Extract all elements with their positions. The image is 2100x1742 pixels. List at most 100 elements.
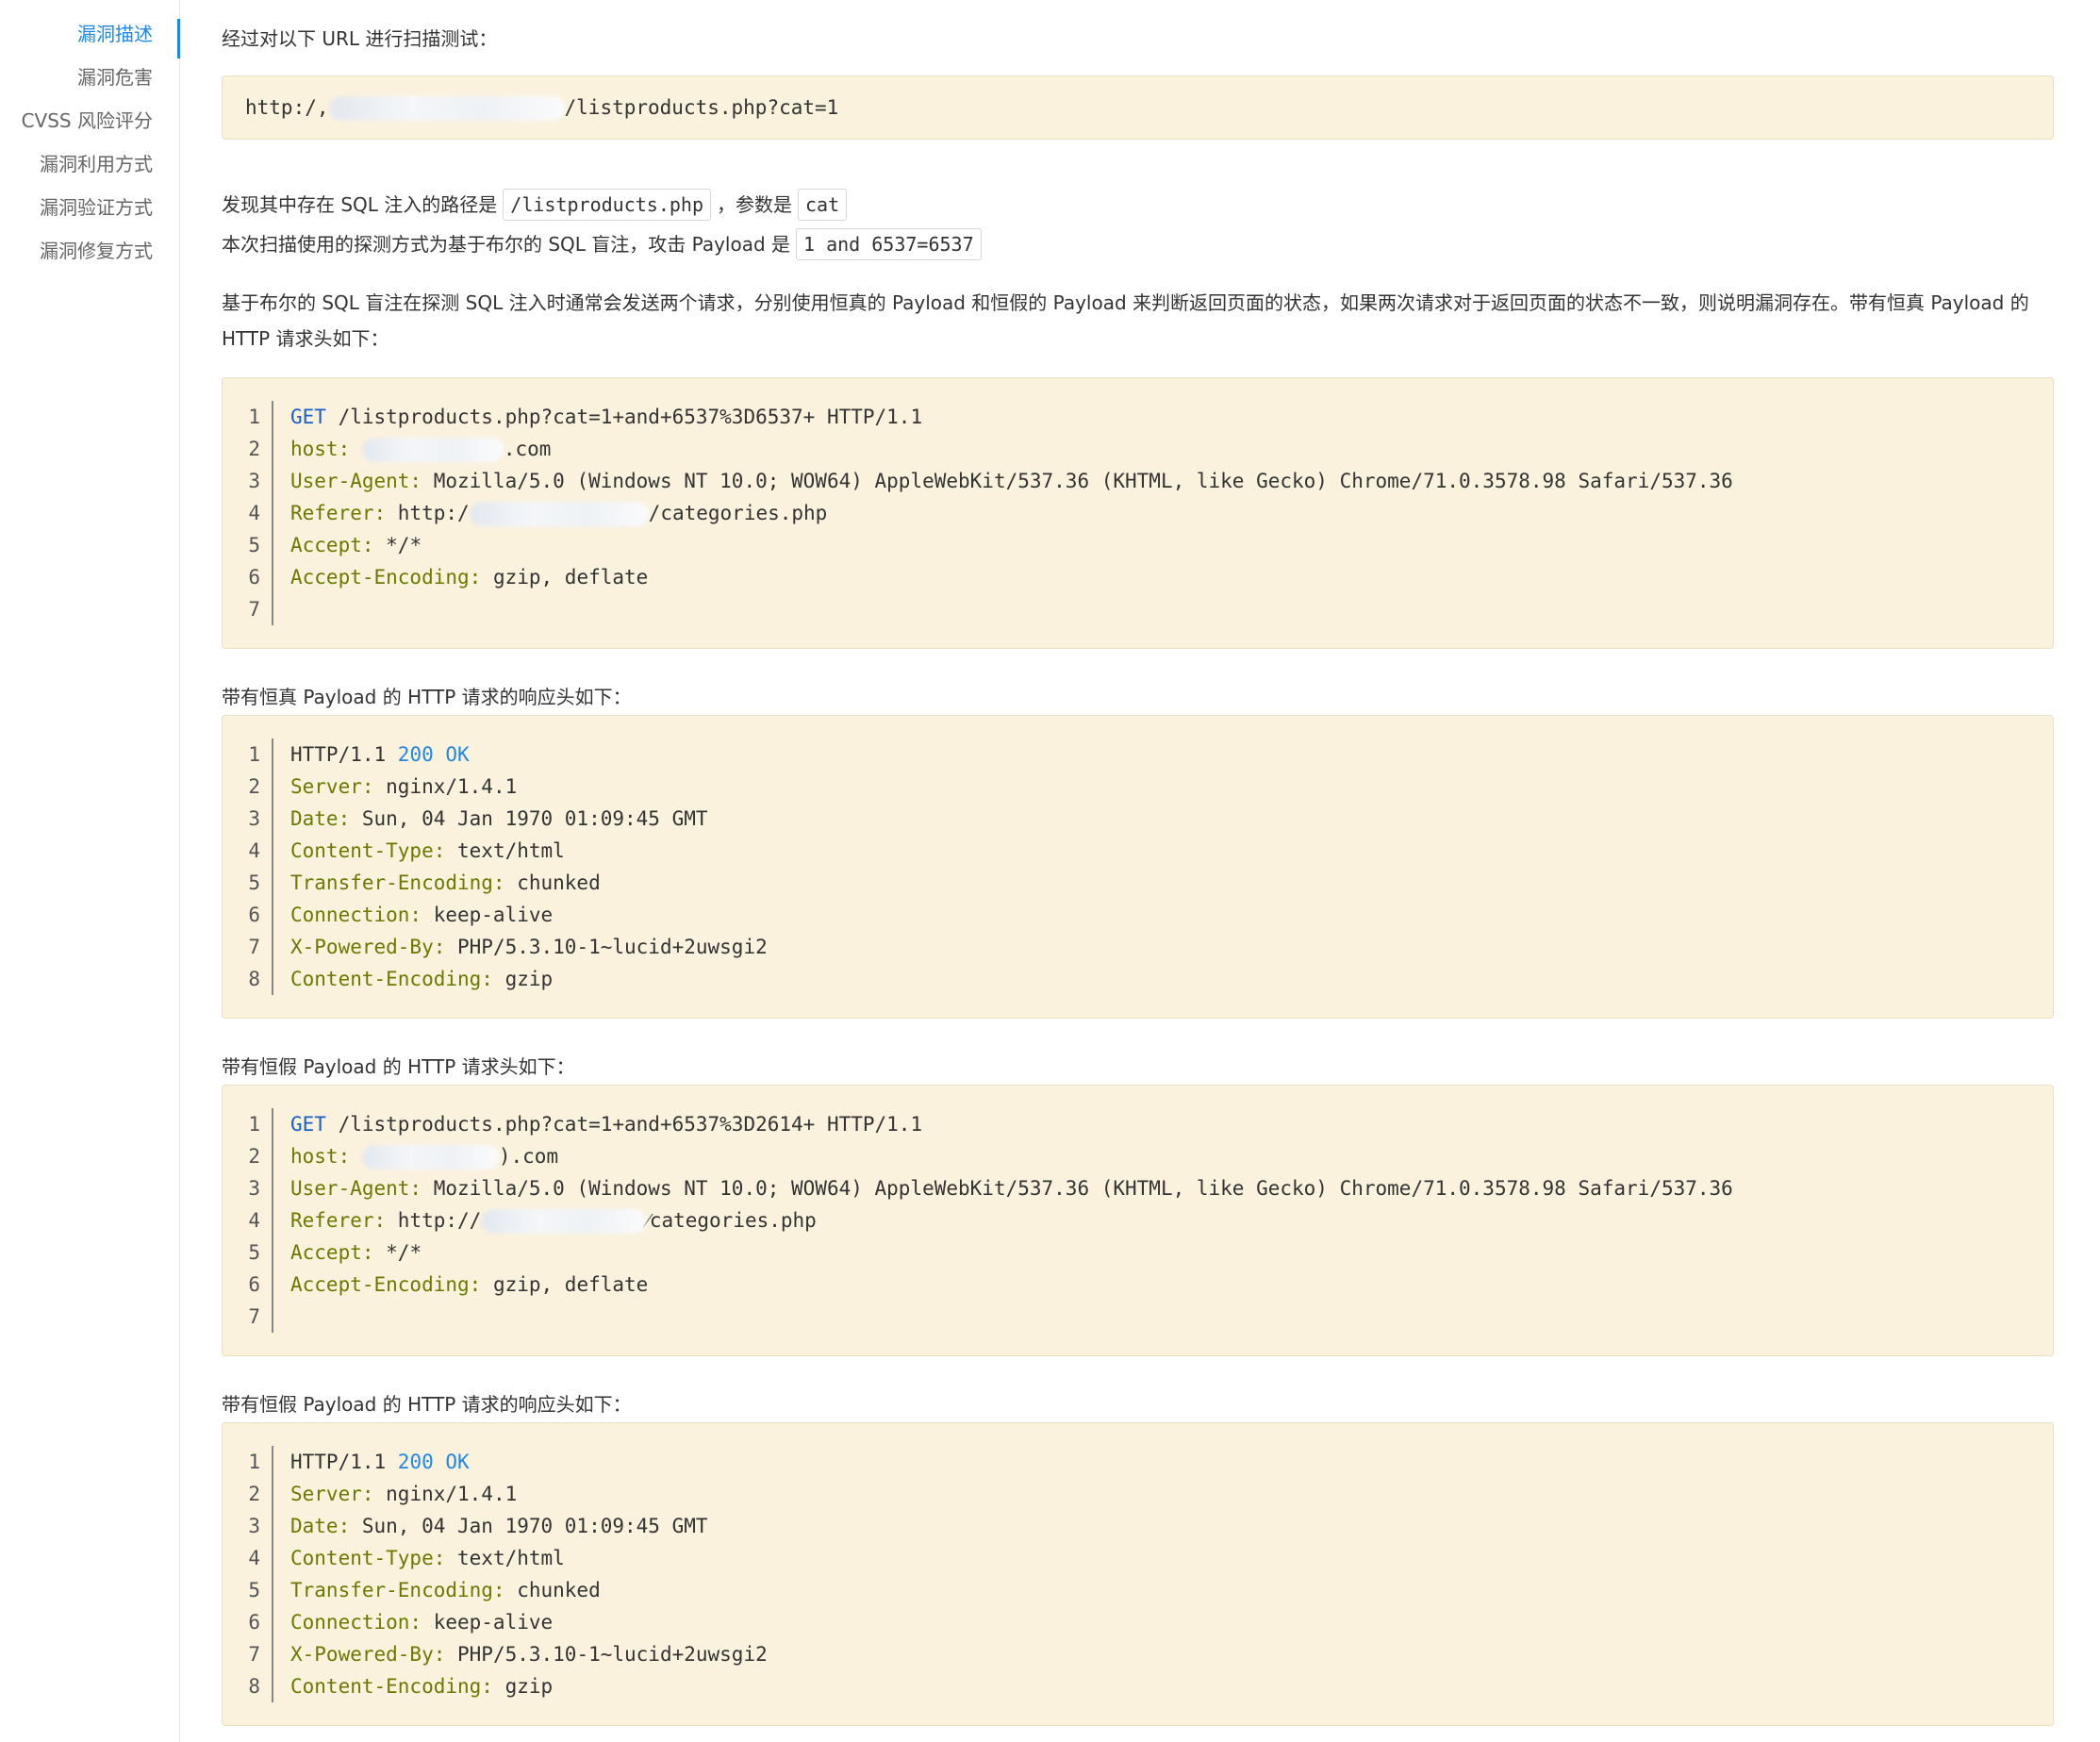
- header-value: [350, 1145, 362, 1168]
- code-line: 5 Accept: */*: [223, 1236, 2053, 1269]
- code-text: Accept: */*: [273, 529, 422, 561]
- header-value: keep-alive: [422, 904, 554, 926]
- line-number: 8: [223, 1670, 273, 1702]
- false-response-caption: 带有恒假 Payload 的 HTTP 请求的响应头如下：: [222, 1393, 632, 1416]
- code-line: 7 X-Powered-By: PHP/5.3.10-1~lucid+2uwsgi…: [223, 1638, 2053, 1670]
- code-text: Server: nginx/1.4.1: [273, 771, 517, 803]
- header-value: http://: [386, 1209, 482, 1232]
- code-text: Referer: http:// ⁄categories.php: [273, 1204, 817, 1236]
- header-name: host:: [290, 438, 351, 460]
- code-line: 1 HTTP/1.1 200 OK: [223, 1446, 2053, 1478]
- line-number: 7: [223, 593, 273, 625]
- code-line: 1 HTTP/1.1 200 OK: [223, 738, 2053, 771]
- line-number: 5: [223, 529, 273, 561]
- code-line: 2 Server: nginx/1.4.1: [223, 771, 2053, 803]
- active-indicator: [177, 19, 180, 58]
- header-value: /listproducts.php?cat=1+and+6537%3D2614+…: [325, 1113, 923, 1136]
- code-text: User-Agent: Mozilla/5.0 (Windows NT 10.0…: [273, 1172, 1733, 1204]
- code-line: 6 Accept-Encoding: gzip, deflate: [223, 1269, 2053, 1301]
- sidebar-item-verify-method[interactable]: 漏洞验证方式: [0, 192, 166, 223]
- true-response-code: 1 HTTP/1.1 200 OK 2 Server: nginx/1.4.1 3 Dat…: [222, 715, 2054, 1019]
- redacted-host: [328, 96, 565, 121]
- found-text-1: 发现其中存在 SQL 注入的路径是: [222, 193, 498, 216]
- line-number: 5: [223, 867, 273, 899]
- code-line: 2 host: .com: [223, 433, 2053, 465]
- code-line: 7 X-Powered-By: PHP/5.3.10-1~lucid+2uwsgi…: [223, 931, 2053, 963]
- line-number: 3: [223, 803, 273, 835]
- code-text: Connection: keep-alive: [273, 1606, 553, 1638]
- line-number: 6: [223, 1606, 273, 1638]
- line-number: 6: [223, 899, 273, 931]
- header-name: Content-Type:: [290, 839, 446, 862]
- line-number: 4: [223, 497, 273, 529]
- redacted-value: [361, 438, 504, 462]
- sidebar-item-vuln-description[interactable]: 漏洞描述: [0, 19, 166, 49]
- line-number: 2: [223, 433, 273, 465]
- header-name: Transfer-Encoding:: [290, 871, 505, 894]
- code-line: 6 Connection: keep-alive: [223, 899, 2053, 931]
- header-name: Referer:: [290, 1209, 387, 1232]
- header-name: Server:: [290, 775, 374, 798]
- line-number: 7: [223, 931, 273, 963]
- code-text: Accept-Encoding: gzip, deflate: [273, 561, 648, 593]
- line-number: 1: [223, 401, 273, 433]
- header-name: Date:: [290, 807, 351, 830]
- header-value: PHP/5.3.10-1~lucid+2uwsgi2: [445, 936, 768, 958]
- code-text: Content-Type: text/html: [273, 835, 565, 867]
- line-number: 5: [223, 1574, 273, 1606]
- line-number: 8: [223, 963, 273, 995]
- code-line: 2 Server: nginx/1.4.1: [223, 1478, 2053, 1510]
- header-value: Mozilla/5.0 (Windows NT 10.0; WOW64) App…: [422, 470, 1733, 492]
- http-method: GET: [290, 406, 326, 428]
- code-text: Content-Type: text/html: [273, 1542, 565, 1574]
- sidebar-item-cvss-score[interactable]: CVSS 风险评分: [0, 106, 166, 136]
- false-response-code: 1 HTTP/1.1 200 OK 2 Server: nginx/1.4.1 3 Dat…: [222, 1422, 2054, 1726]
- code-line: 1 GET /listproducts.php?cat=1+and+6537%3D…: [223, 401, 2053, 433]
- line-number: 6: [223, 1269, 273, 1301]
- code-line: 7: [223, 593, 2053, 625]
- sidebar-item-exploit-method[interactable]: 漏洞利用方式: [0, 149, 166, 179]
- line-number: 7: [223, 1638, 273, 1670]
- line-number: 3: [223, 465, 273, 497]
- header-value: text/html: [445, 839, 565, 862]
- report-page: 漏洞描述 漏洞危害 CVSS 风险评分 漏洞利用方式 漏洞验证方式 漏洞修复方式…: [0, 0, 2100, 1742]
- line-number: 1: [223, 1108, 273, 1140]
- code-line: 3 User-Agent: Mozilla/5.0 (Windows NT 10.…: [223, 1172, 2053, 1204]
- line-number: 2: [223, 1478, 273, 1510]
- header-value: chunked: [504, 1579, 601, 1601]
- url-prefix: http:/,: [245, 96, 329, 119]
- sidebar-item-fix-method[interactable]: 漏洞修复方式: [0, 236, 166, 266]
- injection-path-text: 发现其中存在 SQL 注入的路径是/listproducts.php ，参数是 ca…: [222, 187, 852, 223]
- header-value: chunked: [504, 871, 601, 894]
- header-value: gzip: [492, 968, 554, 990]
- header-value-suffix: .com: [503, 438, 552, 460]
- header-value-suffix: /categories.php: [648, 502, 828, 524]
- code-text: Transfer-Encoding: chunked: [273, 1574, 601, 1606]
- line-number: 4: [223, 835, 273, 867]
- intro-text: 经过对以下 URL 进行扫描测试：: [222, 27, 498, 50]
- sidebar-item-vuln-impact[interactable]: 漏洞危害: [0, 62, 166, 92]
- code-text: Date: Sun, 04 Jan 1970 01:09:45 GMT: [273, 1510, 708, 1542]
- line-number: 4: [223, 1204, 273, 1236]
- code-text: Server: nginx/1.4.1: [273, 1478, 517, 1510]
- header-name: Content-Encoding:: [290, 1675, 493, 1698]
- code-text: Connection: keep-alive: [273, 899, 553, 931]
- header-value: gzip, deflate: [481, 566, 649, 589]
- line-number: 2: [223, 1140, 273, 1172]
- code-text: GET /listproducts.php?cat=1+and+6537%3D2…: [273, 1108, 922, 1140]
- header-value: */*: [373, 1241, 422, 1264]
- header-name: Connection:: [290, 904, 422, 926]
- url-suffix: /listproducts.php?cat=1: [564, 96, 839, 119]
- header-name: Accept:: [290, 1241, 374, 1264]
- code-text: Accept: */*: [273, 1236, 422, 1269]
- code-text: host: .com: [273, 433, 551, 465]
- redacted-value: [481, 1209, 647, 1234]
- line-number: 2: [223, 771, 273, 803]
- code-line: 7: [223, 1301, 2053, 1333]
- true-response-caption: 带有恒真 Payload 的 HTTP 请求的响应头如下：: [222, 686, 632, 708]
- line-number: 1: [223, 738, 273, 771]
- line-number: 3: [223, 1172, 273, 1204]
- header-name: Accept:: [290, 534, 374, 556]
- code-line: 3 Date: Sun, 04 Jan 1970 01:09:45 GMT: [223, 803, 2053, 835]
